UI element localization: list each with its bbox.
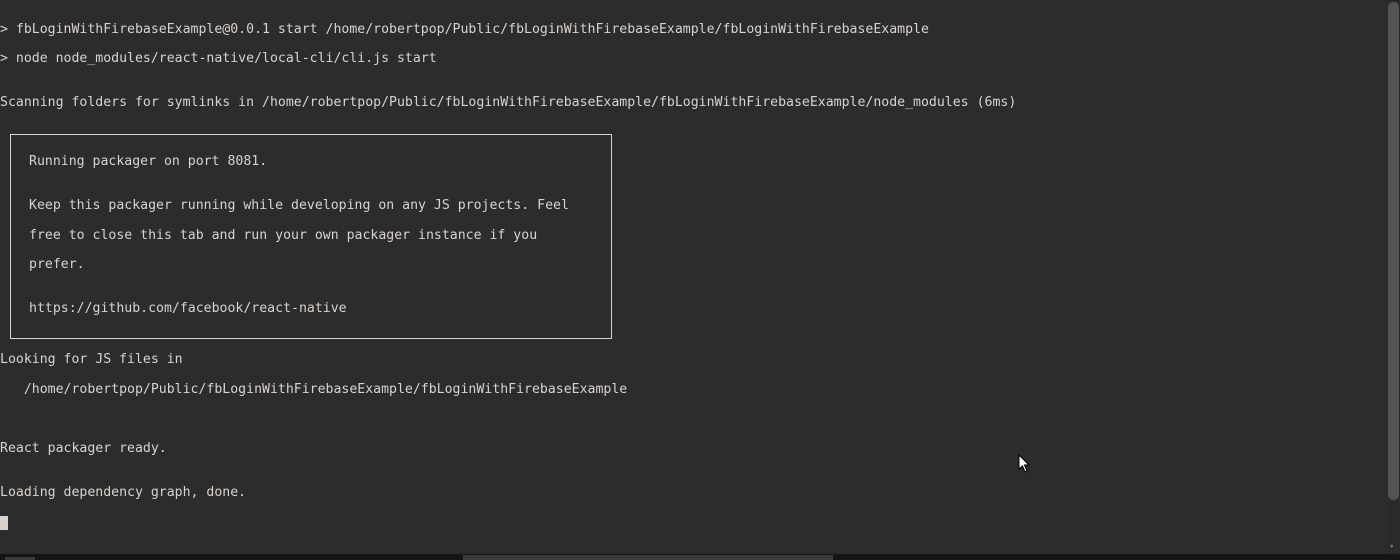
output-line: /home/robertpop/Public/fbLoginWithFireba… — [0, 383, 1385, 398]
box-line: Keep this packager running while develop… — [29, 199, 593, 214]
scroll-down-icon[interactable]: ▾ — [1389, 542, 1397, 550]
text-cursor — [0, 516, 8, 530]
output-line: Loading dependency graph, done. — [0, 486, 1385, 501]
box-line: prefer. — [29, 258, 593, 273]
box-line: Running packager on port 8081. — [29, 155, 593, 170]
terminal-output[interactable]: > fbLoginWithFirebaseExample@0.0.1 start… — [0, 8, 1385, 530]
output-line: Scanning folders for symlinks in /home/r… — [0, 96, 1385, 111]
scrollbar-thumb[interactable] — [1388, 2, 1399, 500]
output-line: React packager ready. — [0, 442, 1385, 457]
taskbar-item[interactable] — [463, 555, 833, 560]
box-line: free to close this tab and run your own … — [29, 229, 593, 244]
output-line: > node node_modules/react-native/local-c… — [0, 52, 1385, 67]
output-line: Looking for JS files in — [0, 353, 1385, 368]
box-line: https://github.com/facebook/react-native — [29, 302, 593, 317]
info-box: Running packager on port 8081. Keep this… — [10, 134, 612, 339]
output-line: > fbLoginWithFirebaseExample@0.0.1 start… — [0, 23, 1385, 38]
scrollbar-track[interactable]: ▾ — [1387, 0, 1400, 560]
taskbar[interactable] — [0, 554, 1400, 560]
